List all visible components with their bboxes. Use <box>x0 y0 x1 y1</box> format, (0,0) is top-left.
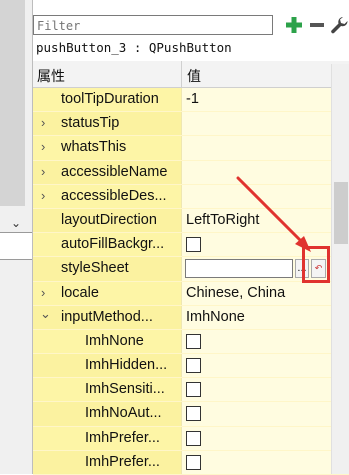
wrench-icon[interactable] <box>329 15 349 35</box>
minus-icon[interactable] <box>307 15 327 35</box>
property-row-tooltipduration[interactable]: toolTipDuration -1 <box>33 88 349 113</box>
checkbox[interactable] <box>186 430 201 446</box>
checkbox[interactable] <box>186 333 201 349</box>
property-name: statusTip <box>61 115 120 132</box>
plus-icon[interactable] <box>284 15 304 35</box>
property-row-imhnoauto[interactable]: ImhNoAut... <box>33 402 349 427</box>
chevron-right-icon[interactable]: › <box>41 285 45 300</box>
filter-input[interactable] <box>33 15 273 35</box>
property-value[interactable]: ImhNone <box>186 309 245 325</box>
property-name: whatsThis <box>61 139 127 156</box>
property-name: toolTipDuration <box>61 91 159 107</box>
property-name: locale <box>61 284 99 301</box>
property-row-imhprefer-1[interactable]: ImhPrefer... <box>33 426 349 451</box>
property-name: ImhPrefer... <box>85 453 160 470</box>
property-row-imhnone[interactable]: ImhNone <box>33 329 349 355</box>
property-name: accessibleDes... <box>61 187 167 204</box>
property-row-accessiblename[interactable]: › accessibleName <box>33 160 349 185</box>
property-name: inputMethod... <box>61 308 153 325</box>
object-class-label: pushButton_3 : QPushButton <box>36 40 232 55</box>
property-name: ImhNone <box>85 332 144 349</box>
highlight-box <box>302 246 330 283</box>
property-row-imhsensitive[interactable]: ImhSensiti... <box>33 378 349 403</box>
property-row-inputmethodhints[interactable]: ⌄ inputMethod... ImhNone <box>33 305 349 330</box>
chevron-right-icon[interactable]: › <box>41 139 45 154</box>
header-property[interactable]: 属性 <box>37 66 65 86</box>
checkbox[interactable] <box>186 454 201 470</box>
chevron-right-icon[interactable]: › <box>41 115 45 130</box>
property-name: styleSheet <box>61 260 129 277</box>
property-name: ImhPrefer... <box>85 429 160 446</box>
left-panel: ⌄ <box>0 0 33 474</box>
property-name: ImhNoAut... <box>85 405 162 422</box>
property-name: ImhSensiti... <box>85 381 165 398</box>
table-header: 属性 值 <box>33 61 349 88</box>
property-value[interactable]: -1 <box>186 91 199 107</box>
left-panel-scroll-area <box>0 0 25 206</box>
header-value[interactable]: 值 <box>187 66 201 86</box>
checkbox[interactable] <box>186 358 201 374</box>
property-value[interactable]: LeftToRight <box>186 212 259 228</box>
checkbox[interactable] <box>186 237 201 253</box>
stylesheet-value-field[interactable] <box>185 259 293 279</box>
property-row-whatsthis[interactable]: › whatsThis <box>33 136 349 161</box>
property-name: autoFillBackgr... <box>61 236 165 253</box>
chevron-down-icon[interactable]: ⌄ <box>11 216 21 230</box>
filter-toolbar <box>33 15 349 37</box>
property-row-statustip[interactable]: › statusTip <box>33 112 349 137</box>
property-row-locale[interactable]: › locale Chinese, China <box>33 281 349 306</box>
vertical-scrollbar[interactable] <box>331 64 349 474</box>
property-name: ImhHidden... <box>85 357 168 374</box>
property-name: accessibleName <box>61 163 168 180</box>
chevron-down-icon[interactable]: ⌄ <box>40 306 51 322</box>
property-row-accessibledescription[interactable]: › accessibleDes... <box>33 184 349 209</box>
property-name: layoutDirection <box>61 211 157 228</box>
checkbox[interactable] <box>186 382 201 398</box>
property-value[interactable]: Chinese, China <box>186 285 285 301</box>
chevron-right-icon[interactable]: › <box>41 164 45 179</box>
property-row-imhhidden[interactable]: ImhHidden... <box>33 354 349 379</box>
header-divider <box>181 61 182 87</box>
scrollbar-thumb[interactable] <box>334 182 348 244</box>
checkbox[interactable] <box>186 406 201 422</box>
chevron-right-icon[interactable]: › <box>41 188 45 203</box>
property-row-imhprefer-2[interactable]: ImhPrefer... <box>33 450 349 475</box>
left-panel-field[interactable] <box>0 232 32 260</box>
property-row-layoutdirection[interactable]: layoutDirection LeftToRight <box>33 208 349 234</box>
